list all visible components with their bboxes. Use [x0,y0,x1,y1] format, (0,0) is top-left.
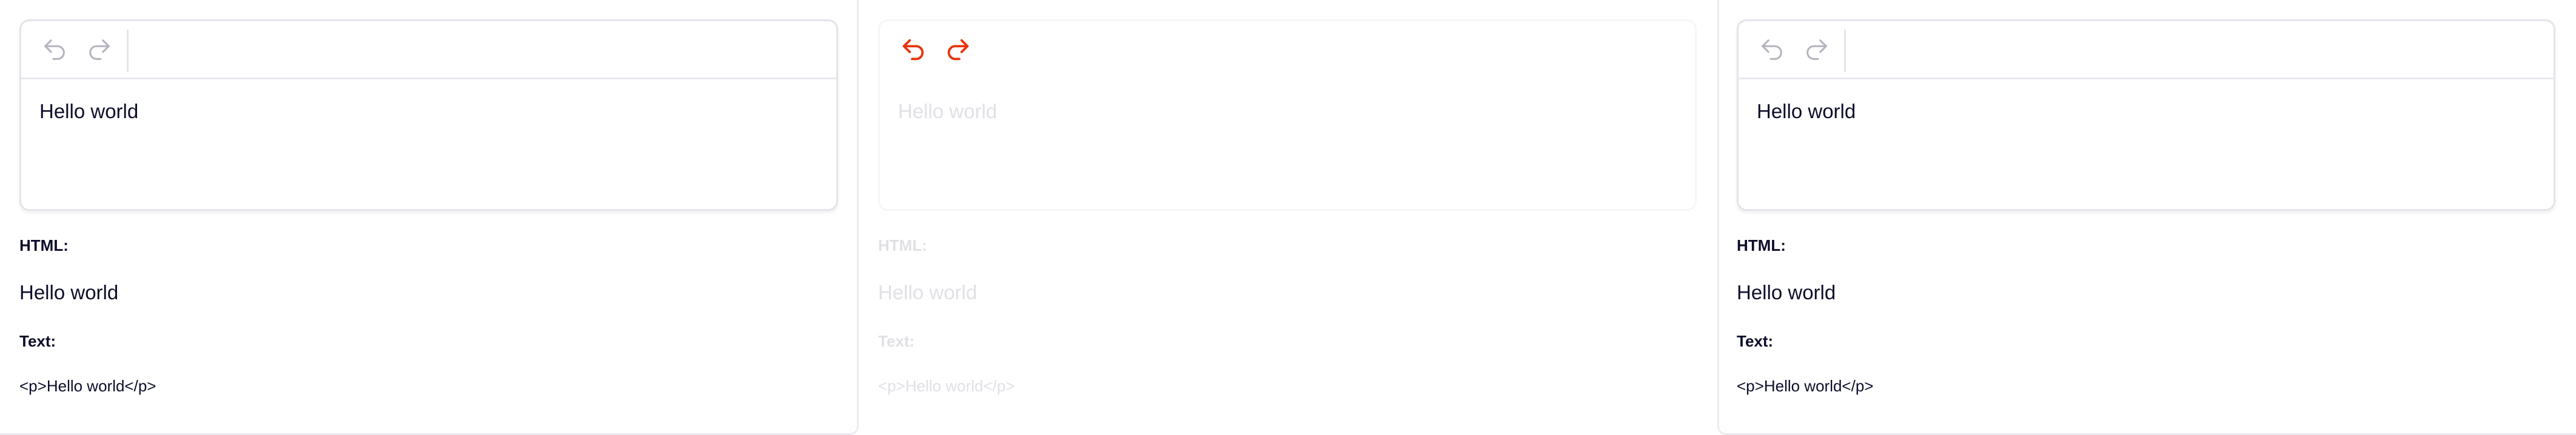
html-output: Hello world [878,281,978,304]
editor-content[interactable]: Hello world [898,100,997,123]
editor-toolbar [880,21,1695,79]
redo-icon [1806,39,1827,60]
editor-content[interactable]: Hello world [39,100,138,123]
editor-toolbar [21,21,836,79]
redo-icon [89,39,110,60]
redo-icon [947,39,969,61]
undo-button[interactable] [1756,35,1788,65]
redo-button[interactable] [83,35,116,65]
text-output-label: Text: [19,332,56,350]
redo-button[interactable] [1800,35,1833,65]
html-output: Hello world [1737,281,1836,304]
undo-icon [1762,39,1782,60]
rich-text-editor[interactable]: Hello world [19,19,838,211]
text-output: <p>Hello world</p> [1737,377,1874,395]
text-output: <p>Hello world</p> [19,377,156,395]
editor-panel-1: Hello world HTML: Hello world Text: <p>H… [0,0,859,435]
rich-text-editor[interactable]: Hello world [878,19,1697,211]
undo-icon [902,39,924,61]
html-output-label: HTML: [878,236,927,254]
html-output-label: HTML: [1737,236,1786,254]
redo-button[interactable] [942,35,974,65]
text-output: <p>Hello world</p> [878,377,1015,395]
editor-panel-2: Hello world HTML: Hello world Text: <p>H… [859,0,1717,435]
text-output-label: Text: [878,332,915,350]
text-output-label: Text: [1737,332,1774,350]
undo-button[interactable] [897,35,930,65]
html-output-label: HTML: [19,236,69,254]
toolbar-divider [1844,30,1846,72]
toolbar-divider [127,30,129,72]
undo-icon [44,39,65,60]
editor-content[interactable]: Hello world [1757,100,1856,123]
editor-toolbar [1739,21,2554,79]
html-output: Hello world [19,281,119,304]
rich-text-editor[interactable]: Hello world [1737,19,2555,211]
editor-panel-3: Hello world HTML: Hello world Text: <p>H… [1717,0,2576,435]
undo-button[interactable] [38,35,71,65]
